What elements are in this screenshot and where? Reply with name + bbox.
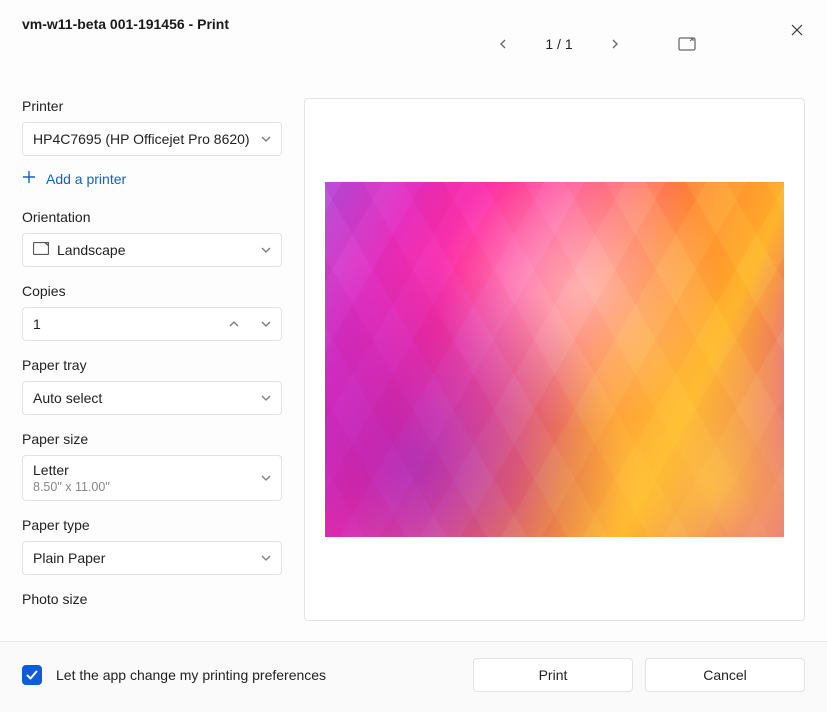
chevron-right-icon	[610, 39, 620, 49]
chevron-down-icon	[261, 550, 271, 566]
paper-size-label: Paper size	[22, 431, 282, 447]
copies-decrease[interactable]	[257, 314, 275, 334]
footer: Let the app change my printing preferenc…	[0, 641, 827, 712]
printer-select[interactable]: HP4C7695 (HP Officejet Pro 8620)	[22, 122, 282, 156]
paper-tray-label: Paper tray	[22, 357, 282, 373]
paper-size-select[interactable]: Letter 8.50" x 11.00"	[22, 455, 282, 501]
landscape-icon	[33, 242, 49, 258]
previous-page-button[interactable]	[487, 28, 519, 60]
print-dialog: vm-w11-beta 001-191456 - Print 1 / 1	[0, 0, 827, 712]
orientation-value: Landscape	[57, 242, 126, 258]
settings-panel: Printer HP4C7695 (HP Officejet Pro 8620)…	[22, 60, 282, 641]
close-icon	[791, 24, 803, 36]
copies-increase[interactable]	[225, 314, 243, 334]
add-printer-link[interactable]: Add a printer	[22, 168, 282, 189]
paper-size-subvalue: 8.50" x 11.00"	[33, 480, 110, 494]
pager: 1 / 1	[409, 28, 781, 60]
footer-buttons: Print Cancel	[473, 658, 805, 692]
chevron-down-icon	[261, 242, 271, 258]
chevron-down-icon	[261, 470, 271, 486]
photo-size-label: Photo size	[22, 591, 282, 607]
preview-page	[325, 182, 784, 537]
paper-type-value: Plain Paper	[33, 550, 105, 566]
chevron-up-icon	[229, 319, 239, 329]
fit-page-button[interactable]	[671, 28, 703, 60]
allow-app-preferences-label[interactable]: Let the app change my printing preferenc…	[56, 667, 459, 683]
chevron-down-icon	[261, 319, 271, 329]
paper-tray-group: Paper tray Auto select	[22, 357, 282, 415]
plus-icon	[22, 170, 36, 187]
chevron-left-icon	[498, 39, 508, 49]
chevron-down-icon	[261, 131, 271, 147]
paper-tray-value: Auto select	[33, 390, 102, 406]
fit-page-icon	[678, 37, 696, 51]
window-title: vm-w11-beta 001-191456 - Print	[22, 16, 229, 32]
copies-value: 1	[33, 316, 41, 332]
copies-group: Copies 1	[22, 283, 282, 341]
add-printer-label: Add a printer	[46, 171, 126, 187]
paper-type-label: Paper type	[22, 517, 282, 533]
photo-size-group: Photo size	[22, 591, 282, 607]
paper-size-group: Paper size Letter 8.50" x 11.00"	[22, 431, 282, 501]
paper-type-group: Paper type Plain Paper	[22, 517, 282, 575]
print-button[interactable]: Print	[473, 658, 633, 692]
main: Printer HP4C7695 (HP Officejet Pro 8620)…	[0, 60, 827, 641]
preview-panel	[304, 98, 805, 621]
orientation-select[interactable]: Landscape	[22, 233, 282, 267]
topbar: vm-w11-beta 001-191456 - Print 1 / 1	[0, 0, 827, 60]
printer-label: Printer	[22, 98, 282, 114]
paper-size-value: Letter	[33, 462, 110, 478]
paper-type-select[interactable]: Plain Paper	[22, 541, 282, 575]
cancel-button[interactable]: Cancel	[645, 658, 805, 692]
page-indicator: 1 / 1	[539, 36, 579, 52]
orientation-group: Orientation Landscape	[22, 209, 282, 267]
allow-app-preferences-checkbox[interactable]	[22, 665, 42, 685]
next-page-button[interactable]	[599, 28, 631, 60]
check-icon	[25, 668, 39, 682]
paper-tray-select[interactable]: Auto select	[22, 381, 282, 415]
chevron-down-icon	[261, 390, 271, 406]
copies-label: Copies	[22, 283, 282, 299]
orientation-label: Orientation	[22, 209, 282, 225]
printer-value: HP4C7695 (HP Officejet Pro 8620)	[33, 131, 250, 147]
close-button[interactable]	[781, 14, 813, 46]
copies-input[interactable]: 1	[22, 307, 282, 341]
printer-group: Printer HP4C7695 (HP Officejet Pro 8620)…	[22, 98, 282, 189]
